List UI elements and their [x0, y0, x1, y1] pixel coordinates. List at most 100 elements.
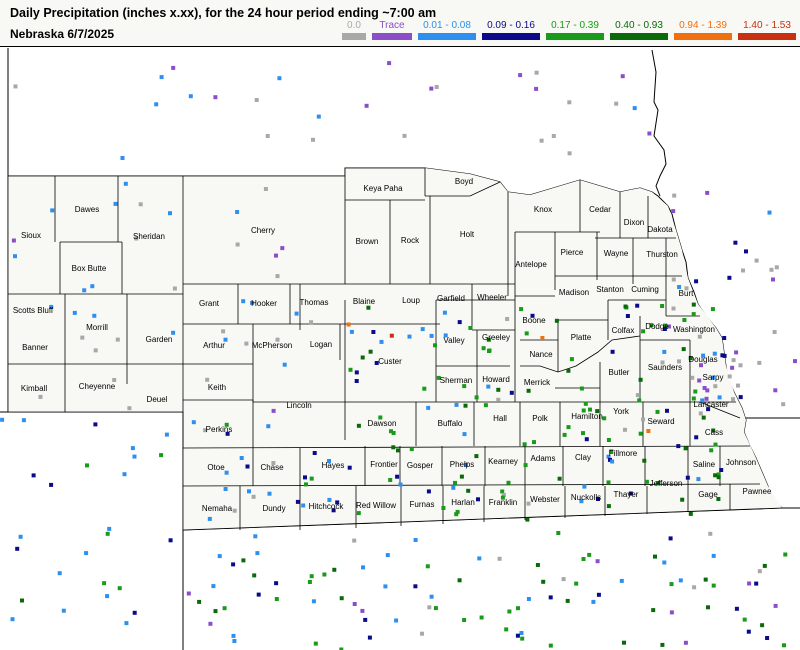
- station-dot: [772, 330, 777, 334]
- station-dot: [205, 377, 210, 382]
- station-dot: [516, 606, 520, 611]
- county-label: Gage: [698, 490, 718, 499]
- station-dot: [462, 618, 467, 622]
- station-dot: [311, 137, 315, 142]
- station-dot: [368, 349, 373, 354]
- station-dot: [701, 415, 706, 420]
- county-label: Red Willow: [356, 501, 396, 510]
- county-label: Sheridan: [133, 232, 165, 241]
- station-dot: [569, 357, 574, 362]
- station-dot: [267, 491, 272, 496]
- station-dot: [132, 610, 137, 615]
- station-dot: [738, 363, 743, 368]
- station-dot: [222, 606, 227, 611]
- station-dot: [429, 86, 434, 91]
- legend-label: 0.94 - 1.39: [679, 20, 727, 31]
- station-dot: [584, 437, 589, 442]
- station-dot: [638, 377, 643, 382]
- station-dot: [18, 534, 23, 539]
- station-dot: [760, 623, 765, 628]
- station-dot: [694, 279, 699, 284]
- county-label: Rock: [401, 236, 420, 245]
- station-dot: [525, 517, 530, 522]
- station-dot: [783, 552, 788, 557]
- station-dot: [251, 494, 256, 499]
- station-dot: [429, 594, 434, 599]
- station-dot: [754, 581, 759, 586]
- county-label: Blaine: [353, 297, 376, 306]
- station-dot: [619, 578, 624, 583]
- station-dot: [426, 489, 431, 494]
- station-dot: [474, 454, 479, 459]
- station-dot: [515, 633, 520, 638]
- station-dot: [433, 343, 437, 348]
- county-label: Otoe: [207, 463, 225, 472]
- county-label: Sarpy: [703, 373, 724, 382]
- station-dot: [115, 337, 120, 342]
- station-dot: [61, 608, 66, 613]
- county-label: Valley: [443, 336, 464, 345]
- station-dot: [562, 432, 567, 437]
- station-dot: [574, 581, 579, 586]
- map-subtitle: Nebraska 6/7/2025: [10, 27, 115, 41]
- station-dot: [263, 187, 268, 191]
- county-label: Lancaster: [693, 400, 728, 409]
- station-dot: [396, 448, 400, 453]
- station-dot: [311, 599, 316, 604]
- county-label: Dundy: [262, 504, 285, 513]
- county-label: Keya Paha: [363, 184, 403, 193]
- station-dot: [85, 463, 89, 468]
- station-dot: [451, 485, 456, 490]
- station-dot: [706, 605, 710, 610]
- station-dot: [671, 306, 676, 311]
- station-dot: [705, 388, 710, 393]
- station-dot: [425, 564, 430, 569]
- station-dot: [107, 526, 112, 531]
- county-label: Franklin: [489, 498, 517, 507]
- station-dot: [691, 312, 696, 317]
- county-label: Hitchcock: [309, 502, 345, 511]
- station-dot: [520, 636, 525, 641]
- station-dot: [364, 103, 369, 108]
- county-label: Butler: [609, 368, 630, 377]
- station-dot: [224, 470, 229, 475]
- station-dot: [757, 569, 762, 574]
- station-dot: [188, 94, 193, 99]
- station-dot: [10, 617, 15, 622]
- station-dot: [130, 446, 135, 451]
- station-dot: [481, 346, 486, 351]
- station-dot: [395, 474, 400, 479]
- station-dot: [602, 416, 607, 421]
- station-dot: [741, 268, 745, 273]
- station-dot: [727, 374, 732, 379]
- county-label: Kearney: [488, 457, 518, 466]
- border-southdakota-iowa: [651, 49, 667, 197]
- station-dot: [277, 76, 282, 81]
- county-label: Boone: [522, 316, 546, 325]
- station-dot: [208, 621, 213, 626]
- county-label: Clay: [575, 453, 591, 462]
- station-dot: [84, 551, 89, 556]
- station-dot: [716, 475, 721, 480]
- station-dot: [583, 401, 588, 406]
- station-dot: [274, 597, 279, 601]
- station-dot: [168, 211, 172, 216]
- station-dot: [92, 313, 97, 318]
- station-dot: [771, 277, 775, 282]
- county-label: Jefferson: [650, 479, 683, 488]
- county-label: Gosper: [407, 461, 434, 470]
- county-label: Fillmore: [609, 449, 638, 458]
- station-dot: [422, 386, 427, 391]
- county-label: Wayne: [604, 249, 629, 258]
- station-dot: [348, 367, 353, 372]
- station-dot: [389, 333, 394, 338]
- station-dot: [127, 406, 132, 411]
- station-dot: [132, 454, 137, 459]
- county-label: Deuel: [147, 395, 168, 404]
- station-dot: [454, 512, 459, 517]
- station-dot: [487, 349, 491, 353]
- station-dot: [711, 583, 716, 588]
- station-dot: [606, 480, 611, 485]
- station-dot: [567, 100, 572, 105]
- station-dot: [539, 138, 544, 143]
